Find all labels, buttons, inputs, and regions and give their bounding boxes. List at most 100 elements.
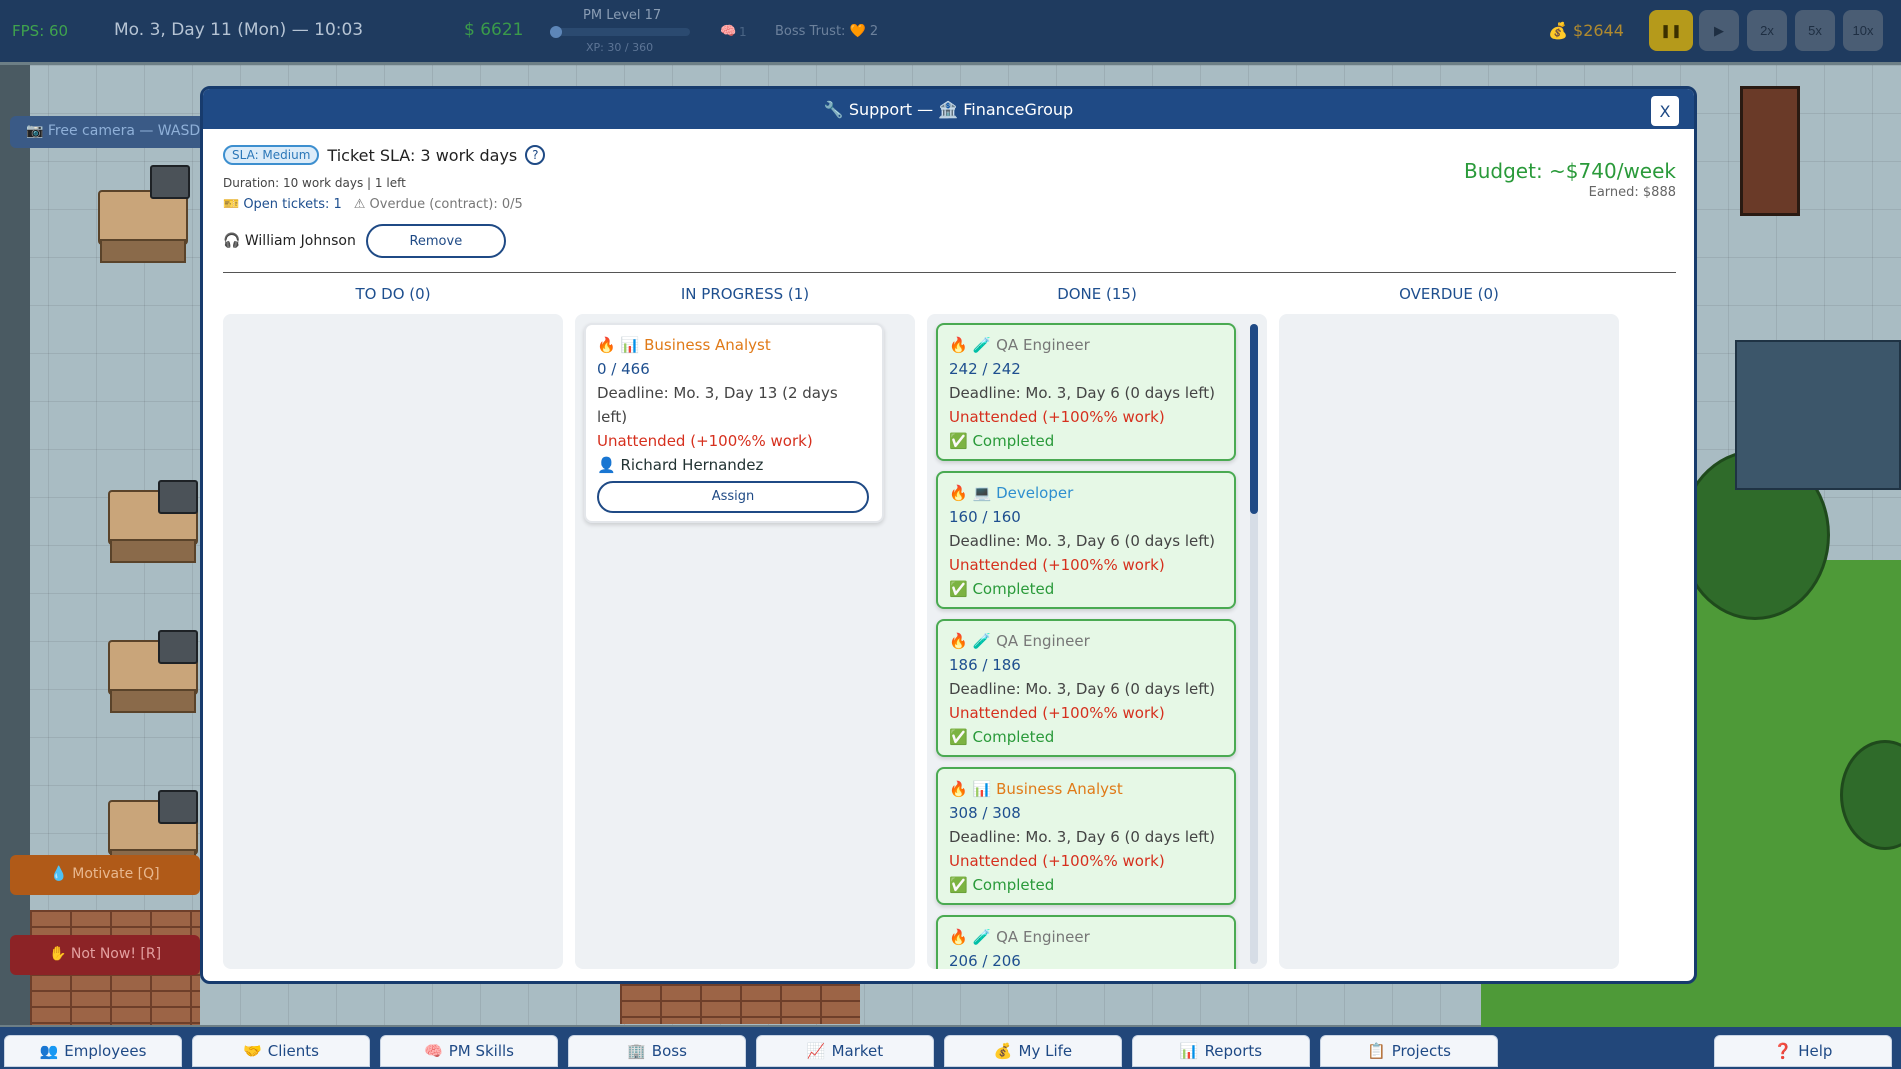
ticket-deadline: Deadline: Mo. 3, Day 6 (0 days left) — [949, 680, 1216, 698]
motivate-button[interactable]: 💧 Motivate [Q] — [10, 855, 200, 895]
done-scrollbar[interactable] — [1250, 324, 1258, 964]
office-building-icon: 🏢 — [627, 1042, 646, 1060]
ticket-icons: 🔥 📊 — [597, 336, 640, 354]
nav-label: Clients — [267, 1042, 319, 1060]
ticket-unattended: Unattended (+100%% work) — [949, 556, 1165, 574]
free-camera-hint[interactable]: 📷 Free camera — WASD — [10, 116, 210, 148]
done-column-title: DONE (15) — [1057, 285, 1137, 303]
contract-duration: Duration: 10 work days | 1 left — [223, 176, 406, 190]
nav-label: My Life — [1018, 1042, 1073, 1060]
sla-badge: SLA: Medium — [223, 145, 320, 165]
ticket-status: ✅ Completed — [949, 876, 1055, 894]
nav-label: Boss — [651, 1042, 687, 1060]
nav-label: Projects — [1391, 1042, 1451, 1060]
nav-pm-skills[interactable]: 🧠 PM Skills — [380, 1035, 558, 1067]
overdue-column-title: OVERDUE (0) — [1399, 285, 1499, 303]
ticket-card[interactable]: 🔥 🧪 QA Engineer 186 / 186 Deadline: Mo. 3… — [936, 619, 1236, 757]
ticket-icons: 🔥 🧪 — [949, 336, 992, 354]
ticket-status: ✅ Completed — [949, 580, 1055, 598]
ticket-deadline: Deadline: Mo. 3, Day 6 (0 days left) — [949, 828, 1216, 846]
ticket-card[interactable]: 🔥 📊 Business Analyst 308 / 308 Deadline: … — [936, 767, 1236, 905]
ticket-icons: 🔥 🧪 — [949, 632, 992, 650]
ticket-deadline: Deadline: Mo. 3, Day 6 (0 days left) — [949, 384, 1216, 402]
speed-10x-button[interactable]: 10x — [1843, 10, 1883, 51]
support-contract-modal: 🔧 Support — 🏦 FinanceGroup X SLA: Medium… — [200, 86, 1697, 984]
brain-icon: 🧠 — [720, 24, 737, 39]
nav-help[interactable]: ❓ Help — [1714, 1035, 1892, 1067]
nav-projects[interactable]: 📋 Projects — [1320, 1035, 1498, 1067]
ticket-stats: 🎫 Open tickets: 1 ⚠ Overdue (contract): … — [223, 197, 523, 212]
ticket-status: ✅ Completed — [949, 432, 1055, 450]
ticket-card[interactable]: 🔥 📊 Business Analyst 0 / 466 Deadline: M… — [584, 323, 884, 523]
bottom-navigation: 👥 Employees 🤝 Clients 🧠 PM Skills 🏢 Boss 📈 Ma… — [0, 1027, 1901, 1069]
assign-button[interactable]: Assign — [597, 481, 869, 513]
support-agent-row: 🎧 William Johnson Remove — [223, 224, 506, 258]
ticket-deadline: Deadline: Mo. 3, Day 6 (0 days left) — [949, 532, 1216, 550]
nav-employees[interactable]: 👥 Employees — [4, 1035, 182, 1067]
nav-my-life[interactable]: 💰 My Life — [944, 1035, 1122, 1067]
pm-level: PM Level 17 — [583, 8, 662, 23]
brick-floor — [620, 984, 860, 1024]
speed-5x-button[interactable]: 5x — [1795, 10, 1835, 51]
role-name: Business Analyst — [644, 336, 771, 354]
ticket-progress: 308 / 308 — [949, 804, 1021, 822]
nav-label: Employees — [64, 1042, 147, 1060]
boss-trust: Boss Trust: 🧡 2 — [775, 24, 879, 39]
overdue-contract: ⚠ Overdue (contract): 0/5 — [353, 197, 523, 212]
todo-column-title: TO DO (0) — [355, 285, 431, 303]
open-tickets: 🎫 Open tickets: 1 — [223, 197, 342, 212]
pause-button[interactable]: ❚❚ — [1649, 10, 1693, 51]
monitor — [158, 630, 198, 664]
earned: Earned: $888 — [1588, 185, 1676, 200]
ticket-role: 🔥 📊 Business Analyst — [597, 333, 871, 357]
nav-reports[interactable]: 📊 Reports — [1132, 1035, 1310, 1067]
brain-icon: 🧠 — [424, 1042, 443, 1060]
close-button[interactable]: X — [1651, 96, 1679, 126]
brain-count: 1 — [739, 25, 747, 39]
not-now-button[interactable]: ✋ Not Now! [R] — [10, 935, 200, 975]
cash-balance: 💰 $2644 — [1548, 21, 1624, 40]
nav-clients[interactable]: 🤝 Clients — [192, 1035, 370, 1067]
done-column: 🔥 🧪 QA Engineer 242 / 242 Deadline: Mo. 3… — [927, 314, 1267, 969]
help-icon[interactable]: ? — [525, 145, 546, 165]
monitor — [158, 480, 198, 514]
ticket-progress: 242 / 242 — [949, 360, 1021, 378]
speed-2x-button[interactable]: 2x — [1747, 10, 1787, 51]
building-window — [1735, 340, 1901, 490]
chart-up-icon: 📈 — [806, 1042, 826, 1060]
scroll-thumb[interactable] — [1250, 324, 1258, 514]
ticket-card[interactable]: 🔥 🧪 QA Engineer 242 / 242 Deadline: Mo. 3… — [936, 323, 1236, 461]
divider — [223, 272, 1676, 273]
handshake-icon: 🤝 — [243, 1042, 262, 1060]
ticket-card[interactable]: 🔥 🧪 QA Engineer 206 / 206 — [936, 915, 1236, 969]
play-button[interactable]: ▶ — [1699, 10, 1739, 51]
nav-label: Help — [1798, 1042, 1833, 1060]
sla-row: SLA: Medium Ticket SLA: 3 work days ? — [223, 145, 546, 165]
in-progress-column: 🔥 📊 Business Analyst 0 / 466 Deadline: M… — [575, 314, 915, 969]
bar-chart-icon: 📊 — [1179, 1042, 1199, 1060]
nav-boss[interactable]: 🏢 Boss — [568, 1035, 746, 1067]
employees-icon: 👥 — [39, 1042, 59, 1060]
ticket-card[interactable]: 🔥 💻 Developer 160 / 160 Deadline: Mo. 3, … — [936, 471, 1236, 609]
nav-market[interactable]: 📈 Market — [756, 1035, 934, 1067]
role-name: QA Engineer — [996, 336, 1090, 354]
xp-bar — [550, 28, 690, 36]
modal-title: 🔧 Support — 🏦 FinanceGroup — [823, 99, 1074, 119]
door — [1740, 86, 1800, 216]
budget: Budget: ~$740/week — [1464, 159, 1676, 183]
ticket-unattended: Unattended (+100%% work) — [949, 852, 1165, 870]
ticket-unattended: Unattended (+100%% work) — [597, 432, 813, 450]
money-balance: $ 6621 — [464, 20, 524, 40]
fps-counter: FPS: 60 — [12, 22, 69, 40]
clipboard-icon: 📋 — [1367, 1042, 1386, 1060]
ticket-progress: 186 / 186 — [949, 656, 1021, 674]
remove-agent-button[interactable]: Remove — [365, 224, 506, 258]
ticket-progress: 206 / 206 — [949, 952, 1021, 969]
ticket-progress: 0 / 466 — [597, 360, 650, 378]
ticket-assignee: 👤 Richard Hernandez — [597, 456, 764, 474]
question-icon: ❓ — [1773, 1042, 1793, 1060]
role-name: Business Analyst — [996, 780, 1123, 798]
ticket-unattended: Unattended (+100%% work) — [949, 704, 1165, 722]
ticket-icons: 🔥 📊 — [949, 780, 992, 798]
monitor — [150, 165, 190, 199]
